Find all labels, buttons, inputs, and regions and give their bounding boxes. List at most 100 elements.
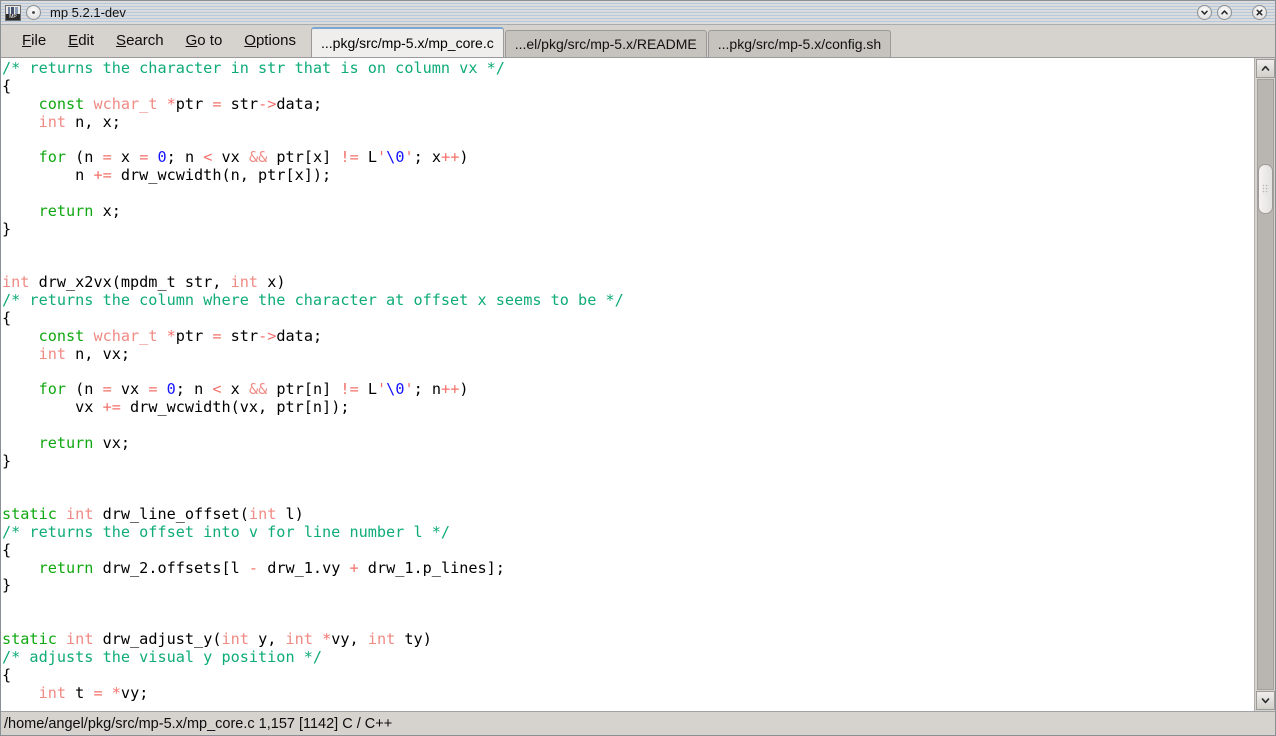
- mp-editor-window: MP mp 5.2.1-dev File Edit Search Go to Optio…: [0, 0, 1276, 736]
- code-token-plain: y,: [248, 630, 286, 648]
- code-token-plain: str: [221, 326, 259, 345]
- editor-tab-2[interactable]: ...pkg/src/mp-5.x/config.sh: [707, 30, 892, 57]
- code-token-op: !=: [340, 148, 359, 167]
- menu-item-edit[interactable]: Edit: [57, 28, 105, 53]
- vertical-scrollbar[interactable]: [1254, 58, 1275, 711]
- code-token-str: ': [404, 148, 414, 167]
- code-token-type: int: [367, 630, 396, 648]
- code-token-op: ++: [441, 380, 460, 399]
- code-token-plain: vx: [2, 398, 103, 417]
- code-token-plain: (n: [66, 380, 103, 399]
- code-token-op: =: [212, 326, 222, 345]
- shade-icon[interactable]: [26, 5, 41, 20]
- code-token-kw: const: [38, 94, 85, 113]
- code-token-type: int: [285, 630, 313, 648]
- code-token-type: int: [38, 683, 67, 702]
- code-token-plain: drw_adjust_y(: [93, 630, 222, 648]
- code-token-plain: x: [221, 380, 249, 399]
- code-line: {: [2, 540, 1254, 560]
- code-token-num: 0: [157, 148, 167, 167]
- close-icon[interactable]: [1252, 5, 1267, 20]
- scrollbar-grip-icon: [1261, 184, 1269, 194]
- menu-item-go-to[interactable]: Go to: [175, 28, 234, 53]
- code-token-plain: vx: [111, 380, 149, 399]
- arrow-down-icon[interactable]: [1255, 691, 1275, 710]
- code-text-area[interactable]: /* returns the character in str that is …: [1, 58, 1254, 711]
- code-token-type: &&: [248, 148, 268, 167]
- code-token-str: ': [377, 148, 387, 167]
- code-line: {: [2, 309, 1254, 328]
- code-line: /* returns the column where the characte…: [2, 291, 1254, 310]
- code-line: int n, vx;: [2, 344, 1254, 364]
- code-token-plain: ): [459, 380, 469, 399]
- code-line: n += drw_wcwidth(n, ptr[x]);: [2, 166, 1254, 185]
- code-token-plain: n, x;: [66, 112, 121, 131]
- code-token-op: ++: [441, 148, 460, 167]
- code-content: /* returns the character in str that is …: [1, 58, 1254, 711]
- status-bar-text: /home/angel/pkg/src/mp-5.x/mp_core.c 1,1…: [4, 715, 393, 732]
- code-line: }: [2, 451, 1254, 471]
- code-line: int drw_x2vx(mpdm_t str, int x): [2, 273, 1254, 292]
- code-token-kw: return: [38, 558, 94, 577]
- window-title: mp 5.2.1-dev: [50, 5, 126, 20]
- code-line: }: [2, 577, 1254, 595]
- code-token-kw: static: [2, 630, 57, 648]
- code-token-op: =: [93, 683, 103, 702]
- editor-tab-1[interactable]: ...el/pkg/src/mp-5.x/README: [504, 30, 707, 57]
- code-line: static int drw_line_offset(int l): [2, 505, 1254, 524]
- code-token-type: int: [38, 112, 67, 131]
- editor-area: /* returns the character in str that is …: [1, 58, 1275, 711]
- menu-item-file[interactable]: File: [11, 28, 57, 53]
- code-token-plain: drw_1.vy: [258, 558, 350, 577]
- code-token-op: *: [322, 630, 332, 648]
- code-token-plain: drw_wcwidth(vx, ptr[n]);: [120, 398, 350, 417]
- code-token-num: \0: [386, 380, 405, 399]
- code-line: const wchar_t *ptr = str->data;: [2, 326, 1254, 346]
- code-token-comment: /* returns the offset into v for line nu…: [2, 522, 451, 541]
- code-token-num: 0: [166, 380, 176, 399]
- code-line: return drw_2.offsets[l - drw_1.vy + drw_…: [2, 558, 1254, 578]
- mp-logo-text: MP: [6, 13, 20, 20]
- code-token-op: =: [102, 148, 112, 167]
- code-token-plain: x: [111, 148, 140, 167]
- chevron-down-icon[interactable]: [1197, 5, 1212, 20]
- code-token-plain: drw_line_offset(: [93, 505, 249, 524]
- code-token-comment: /* returns the character in str that is …: [2, 59, 505, 77]
- chevron-up-icon[interactable]: [1217, 5, 1232, 20]
- menu-item-options[interactable]: Options: [233, 28, 307, 53]
- scrollbar-thumb[interactable]: [1257, 164, 1273, 214]
- code-token-plain: ; n: [413, 380, 442, 399]
- code-token-kw: static: [2, 505, 57, 524]
- code-token-plain: t: [66, 683, 94, 702]
- code-token-op: =: [212, 94, 222, 113]
- menu-item-search[interactable]: Search: [105, 28, 175, 53]
- code-token-op: +: [349, 558, 359, 577]
- code-token-plain: }: [2, 451, 12, 470]
- code-token-plain: vx;: [93, 433, 131, 452]
- editor-tab-0[interactable]: ...pkg/src/mp-5.x/mp_core.c: [311, 27, 504, 57]
- arrow-up-icon[interactable]: [1255, 59, 1275, 78]
- code-token-type: wchar_t: [93, 326, 158, 345]
- code-token-num: \0: [386, 148, 405, 167]
- status-bar: /home/angel/pkg/src/mp-5.x/mp_core.c 1,1…: [1, 711, 1275, 735]
- code-token-op: ->: [258, 326, 277, 345]
- code-token-plain: n, vx;: [66, 344, 131, 363]
- code-token-plain: {: [2, 540, 12, 559]
- code-line: /* returns the offset into v for line nu…: [2, 522, 1254, 542]
- scrollbar-track[interactable]: [1256, 79, 1274, 690]
